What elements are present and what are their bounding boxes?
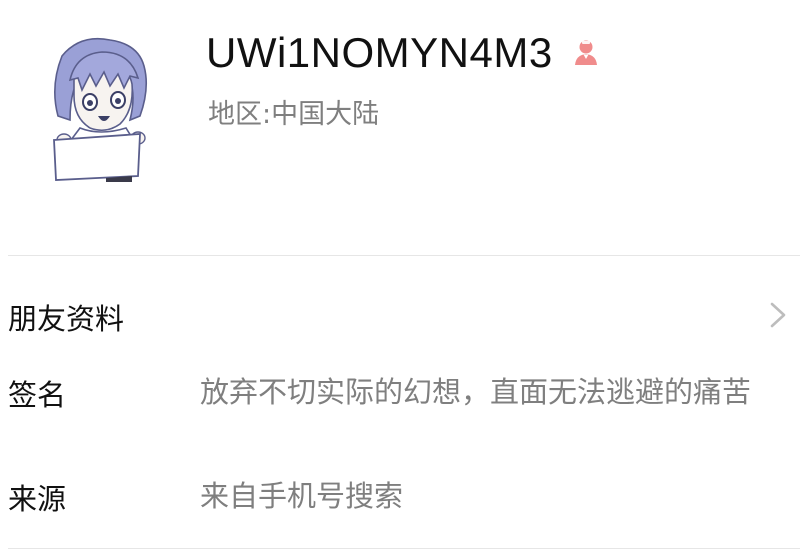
profile-header: UWi1NOMYN4M3 地区:中国大陆 [0, 0, 800, 255]
source-row: 来源 来自手机号搜索 [0, 476, 800, 522]
region-text: 地区:中国大陆 [208, 92, 379, 131]
contact-profile-page: UWi1NOMYN4M3 地区:中国大陆 朋友资料 签名 放弃不切实际的幻想，直… [0, 0, 800, 551]
divider [8, 548, 800, 549]
avatar[interactable] [40, 36, 158, 182]
friend-info-row[interactable]: 朋友资料 [0, 256, 800, 374]
region-label: 地区: [208, 99, 272, 130]
source-value: 来自手机号搜索 [200, 479, 404, 513]
nickname-row: UWi1NOMYN4M3 [206, 28, 601, 78]
nickname: UWi1NOMYN4M3 [206, 29, 553, 76]
region-value: 中国大陆 [271, 99, 380, 130]
signature-row: 签名 放弃不切实际的幻想，直面无法逃避的痛苦 [0, 372, 800, 462]
signature-label: 签名 [8, 378, 67, 412]
chevron-right-icon [770, 302, 786, 328]
friend-info-label: 朋友资料 [8, 302, 125, 336]
signature-value: 放弃不切实际的幻想，直面无法逃避的痛苦 [200, 375, 752, 409]
female-icon [574, 40, 597, 65]
source-label: 来源 [8, 482, 67, 516]
